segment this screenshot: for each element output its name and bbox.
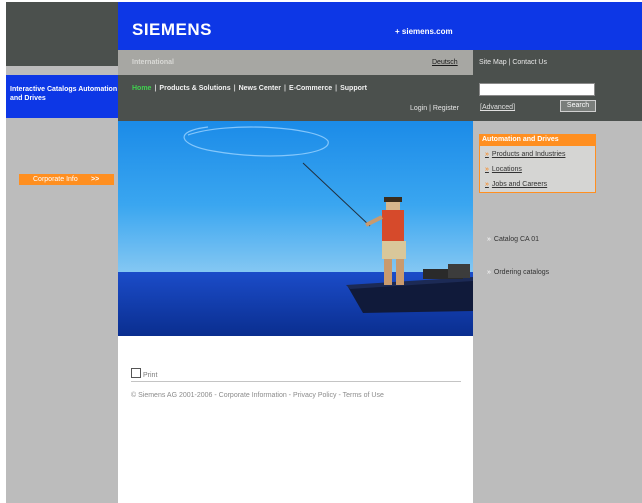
link-jobs-careers[interactable]: » Jobs and Careers [485, 181, 547, 188]
print-link[interactable]: Print [131, 368, 157, 379]
language-link-deutsch[interactable]: Deutsch [432, 59, 458, 66]
content-area [118, 336, 473, 503]
ordering-catalogs-link[interactable]: » Ordering catalogs [487, 269, 549, 276]
nav-item-products-solutions[interactable]: Products & Solutions [159, 85, 230, 92]
sitemap-contact-links[interactable]: Site Map | Contact Us [479, 59, 547, 66]
bullet-icon: » [487, 236, 491, 243]
bullet-icon: » [485, 181, 489, 188]
siemens-com-link[interactable]: + siemens.com [395, 27, 453, 36]
hero-fishing-image [118, 121, 473, 336]
nav-item-support[interactable]: Support [340, 85, 367, 92]
main-nav: Home | Products & Solutions | News Center | E-… [132, 85, 367, 92]
corporate-info-button[interactable]: Corporate Info >> [19, 174, 114, 185]
corporate-info-label: Corporate Info [33, 176, 78, 183]
header-right-banner [473, 2, 642, 50]
search-button[interactable]: Search [560, 100, 596, 112]
main-nav-bar [118, 75, 473, 121]
header-left-block [6, 2, 118, 66]
nav-separator: | [283, 85, 286, 92]
nav-item-home[interactable]: Home [132, 85, 151, 92]
link-locations[interactable]: » Locations [485, 166, 522, 173]
print-label: Print [143, 372, 158, 379]
link-products-industries[interactable]: » Products and Industries [485, 151, 565, 158]
bullet-icon: » [485, 151, 489, 158]
nav-item-news-center[interactable]: News Center [239, 85, 281, 92]
divider [131, 381, 461, 382]
advanced-search-link[interactable]: [Advanced] [480, 104, 515, 111]
nav-separator: | [335, 85, 338, 92]
nav-item-e-commerce[interactable]: E-Commerce [289, 85, 332, 92]
printer-icon [131, 368, 141, 378]
bullet-icon: » [487, 269, 491, 276]
catalog-title: Interactive Catalogs Automation and Driv… [10, 86, 118, 102]
siemens-logo[interactable]: SIEMENS [132, 20, 212, 40]
catalog-ca01-link[interactable]: » Catalog CA 01 [487, 236, 539, 243]
international-label: International [132, 59, 175, 66]
double-arrow-icon: >> [91, 176, 100, 183]
search-input[interactable] [479, 83, 595, 96]
nav-separator: | [233, 85, 236, 92]
bullet-icon: » [485, 166, 489, 173]
footer-text: © Siemens AG 2001-2006 - Corporate Infor… [131, 392, 384, 399]
login-register-link[interactable]: Login | Register [410, 105, 459, 112]
automation-drives-title: Automation and Drives [479, 134, 596, 146]
